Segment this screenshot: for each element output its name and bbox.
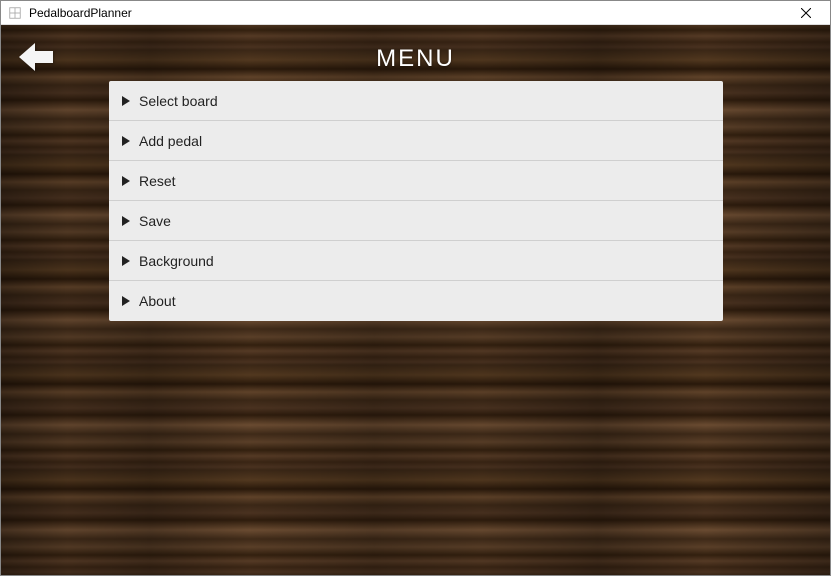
window-close-button[interactable] — [786, 2, 826, 24]
menu-item-label: Add pedal — [139, 133, 202, 149]
chevron-right-icon — [119, 254, 133, 268]
menu-item-label: Reset — [139, 173, 176, 189]
chevron-right-icon — [119, 94, 133, 108]
menu-item-label: Select board — [139, 93, 218, 109]
menu-item-label: About — [139, 293, 176, 309]
window-title: PedalboardPlanner — [29, 6, 786, 20]
content-area: MENU Select board Add pedal Reset — [1, 25, 830, 575]
menu-item-select-board[interactable]: Select board — [109, 81, 723, 121]
chevron-right-icon — [119, 134, 133, 148]
chevron-right-icon — [119, 214, 133, 228]
app-window: PedalboardPlanner MENU Select board — [0, 0, 831, 576]
menu-item-label: Background — [139, 253, 214, 269]
chevron-right-icon — [119, 294, 133, 308]
menu-item-about[interactable]: About — [109, 281, 723, 321]
menu-item-add-pedal[interactable]: Add pedal — [109, 121, 723, 161]
menu-item-reset[interactable]: Reset — [109, 161, 723, 201]
app-icon — [7, 5, 23, 21]
chevron-right-icon — [119, 174, 133, 188]
titlebar: PedalboardPlanner — [1, 1, 830, 25]
menu-heading: MENU — [1, 45, 830, 73]
menu-item-label: Save — [139, 213, 171, 229]
menu-item-background[interactable]: Background — [109, 241, 723, 281]
menu-item-save[interactable]: Save — [109, 201, 723, 241]
menu-panel: Select board Add pedal Reset Save — [109, 81, 723, 321]
